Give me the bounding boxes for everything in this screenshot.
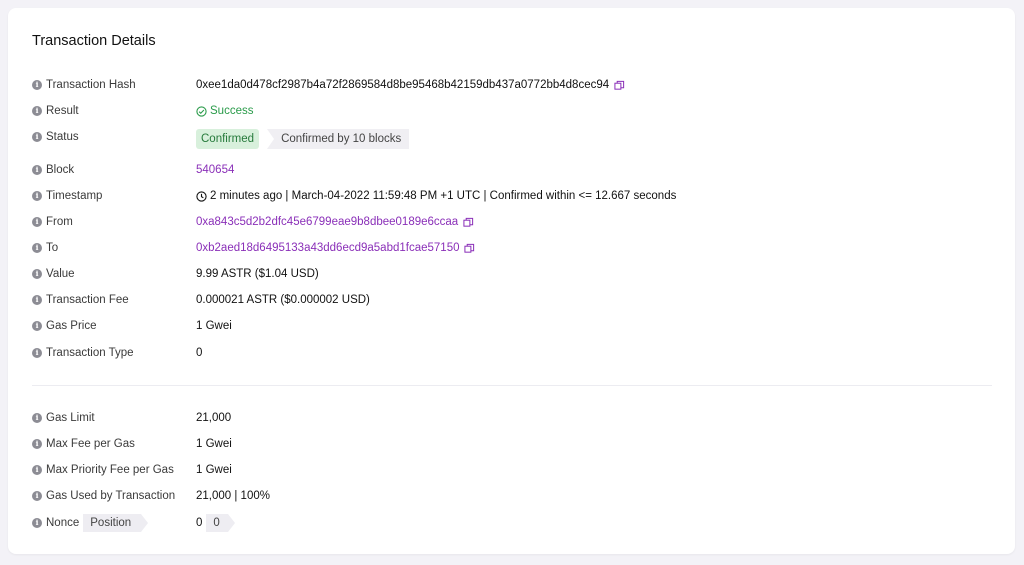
info-icon[interactable]: i	[32, 413, 42, 423]
check-circle-icon	[196, 105, 207, 117]
transaction-fee-value: 0.000021 ASTR ($0.000002 USD)	[196, 294, 370, 306]
label-max-priority-fee: Max Priority Fee per Gas	[46, 464, 174, 476]
max-priority-fee-value: 1 Gwei	[196, 464, 232, 476]
row-nonce: i Nonce Position 0 0	[32, 513, 992, 533]
label-max-fee: Max Fee per Gas	[46, 438, 135, 450]
row-to: i To 0xb2aed18d6495133a43dd6ecd9a5abd1fca…	[32, 238, 992, 258]
clock-icon	[196, 190, 207, 202]
max-fee-value: 1 Gwei	[196, 438, 232, 450]
row-from: i From 0xa843c5d2b2dfc45e6799eae9b8dbee01…	[32, 212, 992, 232]
row-status: i Status Confirmed Confirmed by 10 blocks	[32, 129, 992, 153]
info-icon[interactable]: i	[32, 243, 42, 253]
from-address-link[interactable]: 0xa843c5d2b2dfc45e6799eae9b8dbee0189e6cc…	[196, 216, 458, 228]
info-icon[interactable]: i	[32, 217, 42, 227]
row-block: i Block 540654	[32, 160, 992, 180]
row-transaction-hash: i Transaction Hash 0xee1da0d478cf2987b4a7…	[32, 75, 992, 95]
info-icon[interactable]: i	[32, 295, 42, 305]
transaction-details-card: Transaction Details i Transaction Hash 0x…	[8, 8, 1015, 554]
info-icon[interactable]: i	[32, 348, 42, 358]
nonce-value: 0	[196, 517, 203, 529]
row-result: i Result Success	[32, 101, 992, 121]
label-status: Status	[46, 131, 79, 143]
info-icon[interactable]: i	[32, 106, 42, 116]
row-max-priority-fee: i Max Priority Fee per Gas 1 Gwei	[32, 460, 992, 480]
timestamp-value: 2 minutes ago | March-04-2022 11:59:48 P…	[210, 190, 677, 202]
value-amount: 9.99 ASTR ($1.04 USD)	[196, 268, 319, 280]
label-result: Result	[46, 105, 79, 117]
info-icon[interactable]: i	[32, 132, 42, 142]
label-timestamp: Timestamp	[46, 190, 103, 202]
row-gas-limit: i Gas Limit 21,000	[32, 408, 992, 428]
confirmations-badge: Confirmed by 10 blocks	[267, 129, 410, 149]
label-gas-used: Gas Used by Transaction	[46, 490, 176, 502]
label-block: Block	[46, 164, 75, 176]
label-transaction-type: Transaction Type	[46, 347, 134, 359]
gas-limit-value: 21,000	[196, 412, 232, 424]
label-gas-price: Gas Price	[46, 320, 97, 332]
position-value: 0	[206, 514, 236, 532]
row-value: i Value 9.99 ASTR ($1.04 USD)	[32, 264, 992, 284]
gas-price-value: 1 Gwei	[196, 320, 232, 332]
label-value: Value	[46, 268, 75, 280]
label-transaction-hash: Transaction Hash	[46, 79, 136, 91]
info-icon[interactable]: i	[32, 80, 42, 90]
copy-icon[interactable]	[464, 243, 475, 254]
result-value: Success	[210, 105, 254, 117]
info-icon[interactable]: i	[32, 165, 42, 175]
info-icon[interactable]: i	[32, 321, 42, 331]
info-icon[interactable]: i	[32, 269, 42, 279]
row-gas-price: i Gas Price 1 Gwei	[32, 316, 992, 336]
to-address-link[interactable]: 0xb2aed18d6495133a43dd6ecd9a5abd1fcae571…	[196, 242, 459, 254]
status-badge: Confirmed	[196, 129, 260, 149]
label-transaction-fee: Transaction Fee	[46, 294, 129, 306]
row-timestamp: i Timestamp 2 minutes ago | March-04-2022…	[32, 186, 992, 206]
row-gas-used: i Gas Used by Transaction 21,000 | 100%	[32, 486, 992, 506]
row-max-fee: i Max Fee per Gas 1 Gwei	[32, 434, 992, 454]
label-to: To	[46, 242, 59, 254]
section-divider	[32, 385, 992, 386]
label-nonce: Nonce	[46, 517, 80, 529]
position-tag: Position	[83, 514, 149, 532]
transaction-hash-value: 0xee1da0d478cf2987b4a72f2869584d8be95468…	[196, 79, 610, 91]
transaction-type-value: 0	[196, 347, 203, 359]
row-transaction-fee: i Transaction Fee 0.000021 ASTR ($0.00000…	[32, 290, 992, 310]
info-icon[interactable]: i	[32, 518, 42, 528]
copy-icon[interactable]	[614, 80, 625, 91]
copy-icon[interactable]	[463, 217, 474, 228]
info-icon[interactable]: i	[32, 439, 42, 449]
info-icon[interactable]: i	[32, 191, 42, 201]
label-gas-limit: Gas Limit	[46, 412, 95, 424]
gas-used-value: 21,000 | 100%	[196, 490, 270, 502]
info-icon[interactable]: i	[32, 465, 42, 475]
row-transaction-type: i Transaction Type 0	[32, 343, 992, 363]
label-from: From	[46, 216, 73, 228]
page-title: Transaction Details	[32, 33, 156, 49]
info-icon[interactable]: i	[32, 491, 42, 501]
block-link[interactable]: 540654	[196, 164, 234, 176]
